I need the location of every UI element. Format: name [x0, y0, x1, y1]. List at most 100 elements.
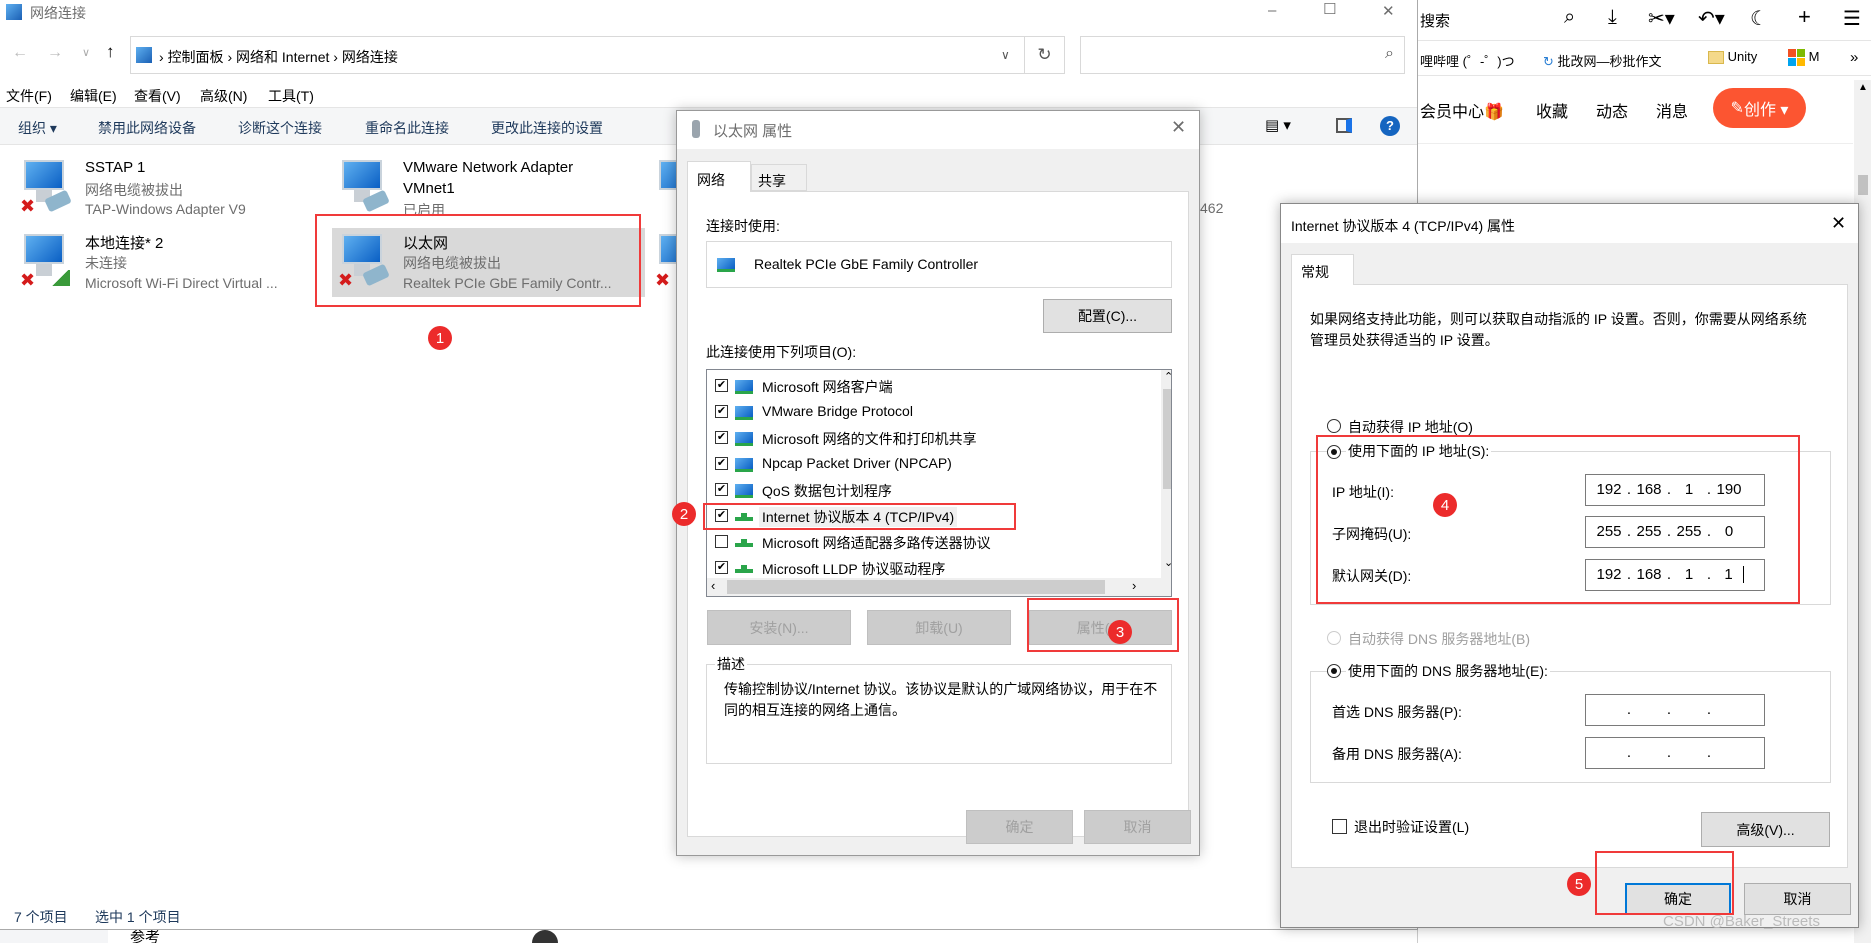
auto-dns-label[interactable]: 自动获得 DNS 服务器地址(B): [1348, 629, 1530, 649]
bookmark-pigai[interactable]: ↻ 批改网—秒批作文: [1543, 51, 1662, 70]
scroll-down-icon[interactable]: ⌄: [1164, 556, 1171, 569]
scissors-icon[interactable]: ✂▾: [1648, 6, 1675, 31]
breadcrumb-network-connections[interactable]: 网络连接: [342, 49, 398, 65]
alternate-dns-label: 备用 DNS 服务器(A):: [1332, 746, 1462, 762]
diagnose-button[interactable]: 诊断这个连接: [238, 118, 322, 138]
protocol-item[interactable]: ✔ Npcap Packet Driver (NPCAP): [707, 451, 1157, 477]
menu-tools[interactable]: 工具(T): [268, 86, 314, 106]
manual-dns-label[interactable]: 使用下面的 DNS 服务器地址(E):: [1346, 661, 1550, 681]
vertical-scrollbar[interactable]: ⌃ ⌄: [1161, 370, 1171, 578]
cancel-button[interactable]: 取消: [1084, 810, 1191, 844]
cancel-button[interactable]: 取消: [1744, 883, 1851, 915]
connection-name-line2: VMnet1: [403, 180, 455, 197]
refresh-button[interactable]: ↻: [1025, 36, 1065, 74]
up-icon[interactable]: ↑: [106, 42, 115, 62]
bookmark-label: M: [1808, 49, 1820, 64]
more-bookmarks[interactable]: »: [1850, 49, 1858, 66]
protocol-checkbox[interactable]: ✔: [715, 457, 728, 470]
highlight-box-5: [1595, 851, 1734, 915]
close-button[interactable]: ✕: [1171, 117, 1186, 138]
protocol-item[interactable]: ✔ Microsoft LLDP 协议驱动程序: [707, 555, 1157, 581]
protocol-checkbox[interactable]: ✔: [715, 379, 728, 392]
menu-icon[interactable]: ☰: [1843, 6, 1861, 31]
breadcrumb-control-panel[interactable]: 控制面板: [168, 49, 224, 65]
maximize-button[interactable]: ☐: [1323, 0, 1336, 18]
disable-device-button[interactable]: 禁用此网络设备: [98, 118, 196, 138]
minimize-button[interactable]: –: [1268, 2, 1276, 19]
scroll-thumb[interactable]: [1163, 389, 1171, 489]
avatar[interactable]: [532, 930, 558, 943]
nav-vip[interactable]: 会员中心🎁: [1420, 98, 1504, 122]
bookmark-unity[interactable]: Unity: [1708, 49, 1757, 65]
uninstall-button[interactable]: 卸载(U): [867, 610, 1011, 645]
close-button[interactable]: ✕: [1382, 2, 1395, 20]
close-button[interactable]: ✕: [1831, 213, 1846, 234]
address-dropdown-icon[interactable]: ∨: [1001, 48, 1010, 62]
connection-status: 未连接: [85, 255, 127, 271]
network-client-icon: [735, 404, 757, 421]
nav-messages[interactable]: 消息: [1656, 98, 1688, 122]
protocol-checkbox[interactable]: ✔: [715, 405, 728, 418]
preferred-dns-input[interactable]: ...: [1585, 694, 1765, 726]
protocol-checkbox[interactable]: [715, 535, 728, 548]
recent-chevron-icon[interactable]: ∨: [82, 46, 90, 59]
browser-search-label[interactable]: 搜索: [1420, 10, 1450, 31]
plus-icon[interactable]: +: [1798, 4, 1811, 30]
menu-view[interactable]: 查看(V): [134, 86, 181, 106]
install-button[interactable]: 安装(N)...: [707, 610, 851, 645]
address-bar[interactable]: › 控制面板 › 网络和 Internet › 网络连接 ∨: [130, 36, 1025, 74]
back-icon[interactable]: ←: [12, 44, 28, 62]
moon-icon[interactable]: ☾: [1750, 6, 1768, 31]
configure-button[interactable]: 配置(C)...: [1043, 299, 1172, 333]
ok-button[interactable]: 确定: [966, 810, 1073, 844]
rename-button[interactable]: 重命名此连接: [365, 118, 449, 138]
validate-label[interactable]: 退出时验证设置(L): [1354, 817, 1469, 837]
search-input[interactable]: ⌕: [1080, 36, 1405, 74]
help-icon[interactable]: ?: [1380, 116, 1400, 136]
protocol-checkbox[interactable]: ✔: [715, 431, 728, 444]
protocol-checkbox[interactable]: ✔: [715, 561, 728, 574]
partial-device-text: 462: [1200, 200, 1224, 216]
auto-ip-radio[interactable]: [1327, 419, 1341, 433]
scroll-thumb[interactable]: [727, 580, 1105, 594]
change-settings-button[interactable]: 更改此连接的设置: [491, 118, 603, 138]
nav-favorites[interactable]: 收藏: [1536, 98, 1568, 122]
advanced-button[interactable]: 高级(V)...: [1701, 812, 1830, 847]
protocol-item[interactable]: ✔ Microsoft 网络客户端: [707, 373, 1157, 399]
protocol-item[interactable]: ✔ QoS 数据包计划程序: [707, 477, 1157, 503]
pigai-icon: ↻: [1543, 54, 1554, 69]
scroll-up-icon[interactable]: ⌃: [1164, 370, 1171, 383]
download-icon[interactable]: ⤓: [1608, 6, 1617, 29]
protocol-item[interactable]: ✔ VMware Bridge Protocol: [707, 399, 1157, 425]
forward-icon[interactable]: →: [47, 44, 63, 62]
preview-pane-icon[interactable]: [1336, 118, 1352, 133]
manual-dns-radio[interactable]: [1327, 664, 1341, 678]
auto-ip-label[interactable]: 自动获得 IP 地址(O): [1348, 417, 1473, 437]
validate-checkbox[interactable]: [1332, 819, 1347, 834]
create-button[interactable]: ✎ 创作 ▾: [1713, 88, 1806, 128]
nav-activity[interactable]: 动态: [1596, 98, 1628, 122]
scroll-thumb[interactable]: [1858, 175, 1868, 195]
bookmark-microsoft[interactable]: M: [1788, 49, 1820, 67]
bookmark-bilibili[interactable]: 哩哔哩 (゜-゜)つ: [1420, 51, 1515, 70]
menu-file[interactable]: 文件(F): [6, 86, 52, 106]
tab-sharing[interactable]: 共享: [751, 164, 807, 191]
tab-network[interactable]: 网络: [687, 161, 751, 192]
breadcrumb-network-internet[interactable]: 网络和 Internet: [236, 49, 329, 65]
alternate-dns-input[interactable]: ...: [1585, 737, 1765, 769]
scroll-up-icon[interactable]: ▲: [1858, 82, 1868, 93]
organize-button[interactable]: 组织 ▾: [18, 118, 57, 138]
menu-advanced[interactable]: 高级(N): [200, 86, 247, 106]
protocol-item[interactable]: Microsoft 网络适配器多路传送器协议: [707, 529, 1157, 555]
menu-edit[interactable]: 编辑(E): [70, 86, 117, 106]
reference-text: 参考: [130, 930, 161, 943]
connection-device: TAP-Windows Adapter V9: [85, 201, 246, 217]
protocol-item[interactable]: ✔ Microsoft 网络的文件和打印机共享: [707, 425, 1157, 451]
auto-dns-radio[interactable]: [1327, 631, 1341, 645]
undo-icon[interactable]: ↶▾: [1698, 6, 1725, 31]
view-options-icon[interactable]: ▤ ▾: [1265, 116, 1291, 134]
protocol-checkbox[interactable]: ✔: [715, 483, 728, 496]
intro-text: 如果网络支持此功能，则可以获取自动指派的 IP 设置。否则，你需要从网络系统管理…: [1310, 311, 1807, 348]
search-icon[interactable]: ⌕: [1564, 6, 1575, 29]
tab-general[interactable]: 常规: [1291, 254, 1354, 285]
